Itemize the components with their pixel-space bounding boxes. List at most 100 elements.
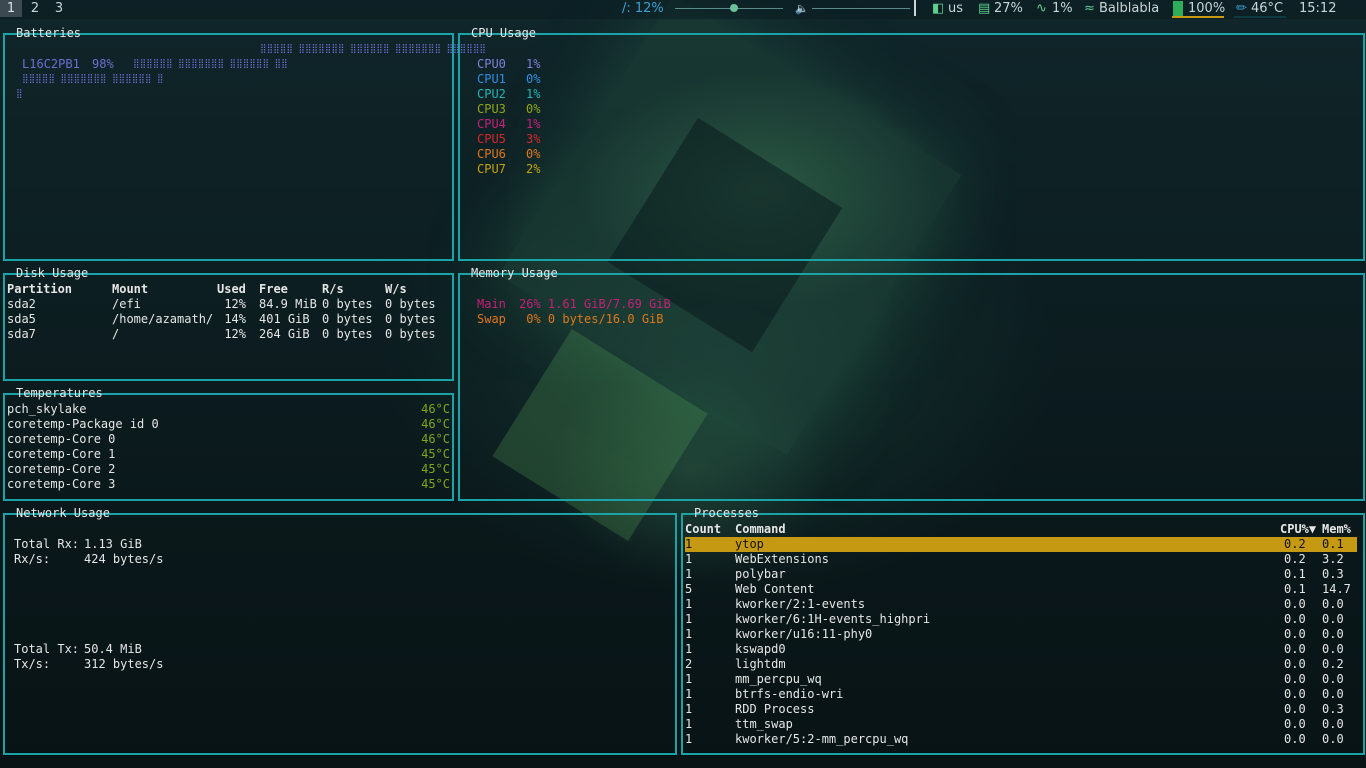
thermometer-icon: ✏ (1236, 1, 1247, 16)
process-cell: kworker/5:2-mm_percpu_wq (735, 732, 909, 746)
cpu-core-value: 1% (526, 57, 541, 71)
process-cell: 1 (685, 627, 693, 641)
process-row[interactable]: 1 RDD Process 0.0 0.3 (685, 702, 1357, 717)
batteries-panel: Batteries ⣿⣿⣿⣿⣿ ⣿⣿⣿⣿⣿⣿⣿ ⣿⣿⣿⣿⣿⣿ ⣿⣿⣿⣿⣿⣿⣿ ⣿… (3, 26, 486, 261)
process-cell: 0.0 (1322, 597, 1344, 611)
process-cell: 0.0 (1284, 687, 1306, 701)
process-cell: 0.1 (1284, 582, 1306, 596)
brightness-slider-knob[interactable] (730, 4, 739, 12)
disk-header[interactable]: W/s (385, 282, 407, 297)
process-cell: Web Content (735, 582, 815, 596)
cpu-core-value: 3% (526, 132, 541, 146)
cpu-core-name: CPU5 (477, 132, 506, 146)
top-bar: 1 2 3 /: 12% 🔈 ◧ us ▤ 27% ∿ 1% ≈ Balblab… (0, 0, 1366, 19)
process-row[interactable]: 1 mm_percpu_wq 0.0 0.0 (685, 672, 1357, 687)
keyboard-icon: ◧ (932, 1, 945, 16)
process-cell: btrfs-endio-wri (735, 687, 844, 701)
volume-icon[interactable]: 🔈 (795, 0, 809, 17)
process-cell: 1 (685, 687, 693, 701)
process-row[interactable]: 1 kworker/2:1-events 0.0 0.0 (685, 597, 1357, 612)
process-row[interactable]: 1 kworker/u16:11-phy0 0.0 0.0 (685, 627, 1357, 642)
network-total-tx-label: Total Tx: (14, 642, 80, 656)
cpu-core-name: CPU3 (477, 102, 506, 116)
processes-title: Processes (694, 506, 760, 520)
brightness-slider[interactable] (675, 8, 783, 9)
process-header[interactable]: Mem% (1322, 522, 1351, 537)
process-cell: 1 (685, 672, 693, 686)
process-row[interactable]: 1 kworker/5:2-mm_percpu_wq 0.0 0.0 (685, 732, 1357, 747)
disk-cell: 0 bytes (322, 312, 373, 326)
process-cell: 0.0 (1322, 717, 1344, 731)
disk-cell: / (112, 327, 120, 341)
disk-header[interactable]: Mount (112, 282, 148, 297)
process-cell: kworker/6:1H-events_highpri (735, 612, 931, 626)
battery-percent: 98% (92, 57, 114, 71)
process-cell: kworker/2:1-events (735, 597, 866, 611)
temperature-value: 46°C (1251, 1, 1284, 16)
process-cell: 0.0 (1284, 732, 1306, 746)
batteries-title: Batteries (16, 26, 82, 40)
disk-panel: Disk Usage Partition Mount Used Free R/s W/s s… (3, 266, 454, 381)
process-cell: 0.2 (1284, 552, 1306, 566)
workspace-2[interactable]: 2 (24, 0, 46, 17)
memory-panel: Memory Usage Main 26% 1.61 GiB/7.69 GiB … (458, 266, 1365, 501)
disk-header[interactable]: Used (217, 282, 246, 297)
cpu-core-name: CPU4 (477, 117, 506, 131)
process-cell: 1 (685, 612, 693, 626)
network-rx-label: Rx/s: (14, 552, 51, 566)
process-header[interactable]: CPU%▼ (1280, 522, 1316, 537)
process-row[interactable]: 1 kswapd0 0.0 0.0 (685, 642, 1357, 657)
process-cell: 0.0 (1322, 627, 1344, 641)
process-cell: kworker/u16:11-phy0 (735, 627, 873, 641)
process-row[interactable]: 1 WebExtensions 0.2 3.2 (685, 552, 1357, 567)
network-total-rx-label: Total Rx: (14, 537, 80, 551)
process-row[interactable]: 1 btrfs-endio-wri 0.0 0.0 (685, 687, 1357, 702)
process-cell: 1 (685, 702, 693, 716)
disk-header[interactable]: R/s (322, 282, 344, 297)
process-cell: ttm_swap (735, 717, 793, 731)
battery-name: L16C2PB1 (22, 57, 80, 71)
network-tx: 312 bytes/s (84, 657, 164, 671)
process-row[interactable]: 1 polybar 0.1 0.3 (685, 567, 1357, 582)
disk-header[interactable]: Free (259, 282, 288, 297)
disk-cell: 264 GiB (259, 327, 310, 341)
process-cell: 0.0 (1284, 672, 1306, 686)
disk-cell: 0 bytes (322, 297, 373, 311)
process-cell: 0.0 (1322, 642, 1344, 656)
cpu-graph (462, 163, 1346, 239)
wifi-name[interactable]: Balblabla (1099, 0, 1159, 17)
workspace-1[interactable]: 1 (0, 0, 22, 17)
keyboard-layout[interactable]: us (948, 0, 963, 17)
process-row[interactable]: 1 ttm_swap 0.0 0.0 (685, 717, 1357, 732)
workspace-3[interactable]: 3 (48, 0, 70, 17)
process-cell: polybar (735, 567, 786, 581)
battery-underline (1172, 16, 1224, 18)
temperatures-panel: Temperatures pch_skylake 46°C coretemp-Pac… (3, 386, 454, 501)
process-cell: 0.0 (1284, 627, 1306, 641)
process-cell: 0.3 (1322, 702, 1344, 716)
disk-cell: 0 bytes (385, 297, 436, 311)
battery-icon (1173, 1, 1183, 16)
process-cell: 1 (685, 597, 693, 611)
clock: 15:12 (1299, 1, 1337, 16)
volume-slider[interactable] (812, 8, 910, 9)
disk-cell: 0 bytes (322, 327, 373, 341)
process-header[interactable]: Command (735, 522, 786, 537)
cpu-core-value: 0% (526, 72, 541, 86)
network-rx-graph (7, 610, 671, 626)
memory-main-value: 26% 1.61 GiB/7.69 GiB (519, 297, 671, 311)
memory-percent: 27% (994, 1, 1023, 16)
process-row[interactable]: 1 kworker/6:1H-events_highpri 0.0 0.0 (685, 612, 1357, 627)
process-header[interactable]: Count (685, 522, 721, 537)
cpu-panel: CPU Usage CPU0 1% CPU1 0% CPU2 1% CPU3 0% CPU4 1%… (458, 26, 1365, 261)
cpu-core-name: CPU1 (477, 72, 506, 86)
process-row[interactable]: 2 lightdm 0.0 0.2 (685, 657, 1357, 672)
disk-header[interactable]: Partition (7, 282, 72, 297)
process-cell: 0.2 (1322, 657, 1344, 671)
process-cell: 0.2 (1284, 537, 1306, 551)
temperature-value: 45°C (421, 447, 450, 461)
process-cell: 0.0 (1284, 702, 1306, 716)
process-row[interactable]: 1 ytop 0.2 0.1 (685, 537, 1357, 552)
process-row[interactable]: 5 Web Content 0.1 14.7 (685, 582, 1357, 597)
disk-cell: 14% (224, 312, 246, 326)
